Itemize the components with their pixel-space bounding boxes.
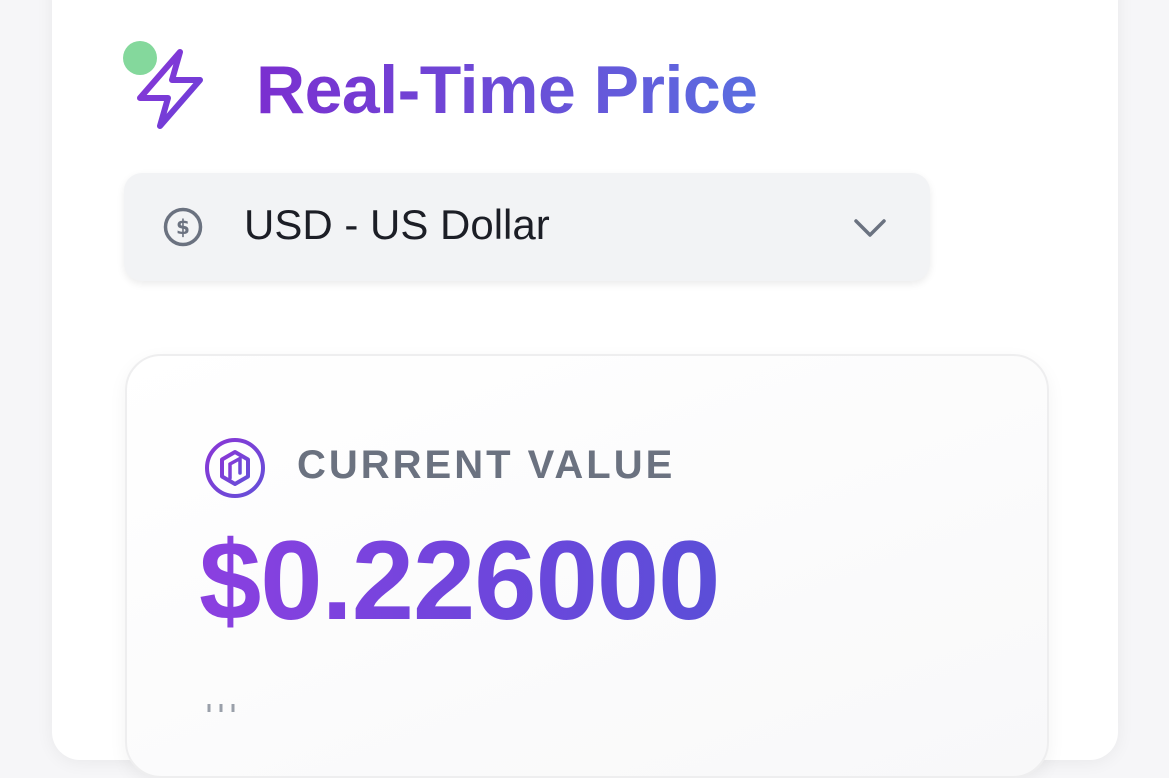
svg-text:$: $	[176, 215, 190, 239]
dollar-circle-icon: $	[163, 207, 203, 247]
coin-icon	[205, 438, 265, 498]
currency-select[interactable]: $ USD - US Dollar	[124, 173, 930, 281]
chevron-down-icon	[854, 219, 886, 237]
current-price: $0.226000	[199, 514, 720, 648]
bar-chart-icon	[207, 704, 235, 712]
page-title: Real-Time Price	[256, 50, 758, 132]
currency-select-value: USD - US Dollar	[244, 201, 550, 248]
current-value-label: CURRENT VALUE	[297, 443, 676, 487]
bolt-icon	[137, 49, 203, 129]
current-value-card: CURRENT VALUE $0.226000	[125, 354, 1049, 778]
